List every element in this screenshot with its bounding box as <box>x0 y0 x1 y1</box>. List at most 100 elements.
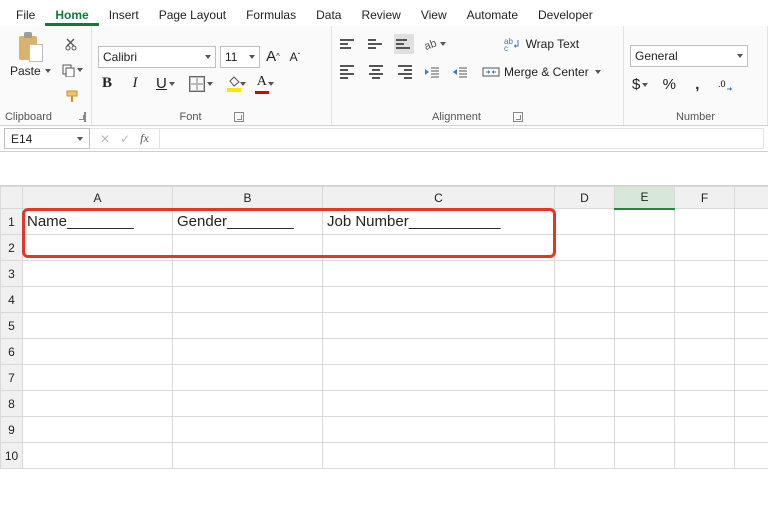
font-color-icon: A <box>257 74 267 90</box>
grow-font-button[interactable]: A^ <box>264 47 282 67</box>
align-center-button[interactable] <box>366 62 386 82</box>
group-alignment: ab abc Wrap Text Merge & Center <box>332 26 624 125</box>
align-bottom-button[interactable] <box>394 34 414 54</box>
orientation-button[interactable]: ab <box>422 34 448 54</box>
col-header-D[interactable]: D <box>555 187 615 209</box>
chevron-down-icon <box>240 82 246 86</box>
table-row: 9 <box>1 417 768 443</box>
cell-E1[interactable] <box>615 209 675 235</box>
group-font: Calibri 11 A^ Aˇ B I U A Font <box>92 26 332 125</box>
menu-page-layout[interactable]: Page Layout <box>149 4 236 26</box>
decrease-indent-button[interactable] <box>422 62 442 82</box>
chevron-down-icon <box>45 69 51 73</box>
cell-A1[interactable]: Name________ <box>23 209 173 235</box>
col-header-extra[interactable] <box>735 187 768 209</box>
enter-formula-button[interactable]: ✓ <box>120 132 130 146</box>
cut-button[interactable] <box>59 34 85 54</box>
table-row: 1Name________Gender________Job Number___… <box>1 209 768 235</box>
chevron-down-icon <box>205 55 211 59</box>
menu-formulas[interactable]: Formulas <box>236 4 306 26</box>
underline-button[interactable]: U <box>154 74 177 94</box>
chevron-down-icon <box>77 137 83 141</box>
format-painter-button[interactable] <box>59 86 85 106</box>
select-all-corner[interactable] <box>1 187 23 209</box>
align-left-button[interactable] <box>338 62 358 82</box>
fill-color-button[interactable] <box>225 74 243 94</box>
row-header-1[interactable]: 1 <box>1 209 23 235</box>
group-clipboard: Paste Clipboard <box>0 26 92 125</box>
font-name-select[interactable]: Calibri <box>98 46 216 68</box>
menu-developer[interactable]: Developer <box>528 4 603 26</box>
comma-format-button[interactable]: , <box>688 75 706 95</box>
svg-text:c: c <box>504 44 508 52</box>
menu-insert[interactable]: Insert <box>99 4 149 26</box>
col-header-E[interactable]: E <box>615 187 675 209</box>
row-header-4[interactable]: 4 <box>1 287 23 313</box>
formula-input[interactable] <box>160 128 764 149</box>
dialog-launcher-icon[interactable] <box>234 112 244 122</box>
cell-F1[interactable] <box>675 209 735 235</box>
row-header-6[interactable]: 6 <box>1 339 23 365</box>
row-header-8[interactable]: 8 <box>1 391 23 417</box>
row-header-3[interactable]: 3 <box>1 261 23 287</box>
table-row: 6 <box>1 339 768 365</box>
menu-review[interactable]: Review <box>351 4 410 26</box>
align-middle-button[interactable] <box>366 34 386 54</box>
menu-view[interactable]: View <box>411 4 457 26</box>
bold-button[interactable]: B <box>98 74 116 94</box>
spreadsheet-grid[interactable]: A B C D E F 1Name________Gender________J… <box>0 186 768 469</box>
align-top-button[interactable] <box>338 34 358 54</box>
dialog-launcher-icon[interactable] <box>84 112 86 122</box>
name-box[interactable]: E14 <box>4 128 90 149</box>
formula-bar-row: E14 ✕ ✓ fx <box>0 126 768 152</box>
row-header-10[interactable]: 10 <box>1 443 23 469</box>
borders-button[interactable] <box>187 74 215 94</box>
col-header-B[interactable]: B <box>173 187 323 209</box>
percent-format-button[interactable]: % <box>660 75 678 95</box>
number-format-select[interactable]: General <box>630 45 748 67</box>
table-row: 8 <box>1 391 768 417</box>
menu-data[interactable]: Data <box>306 4 351 26</box>
row-header-5[interactable]: 5 <box>1 313 23 339</box>
copy-button[interactable] <box>59 60 85 80</box>
accounting-format-button[interactable]: $ <box>630 75 650 95</box>
group-number: General $ % , .0 Number <box>624 26 768 125</box>
chevron-down-icon <box>268 82 274 86</box>
menu-home[interactable]: Home <box>45 4 98 26</box>
outdent-icon <box>424 65 440 79</box>
paste-icon <box>17 32 43 62</box>
italic-button[interactable]: I <box>126 74 144 94</box>
formula-controls: ✕ ✓ fx <box>90 128 160 149</box>
increase-decimal-icon: .0 <box>718 78 734 92</box>
table-row: 2 <box>1 235 768 261</box>
shrink-font-button[interactable]: Aˇ <box>286 47 304 67</box>
wrap-text-button[interactable]: abc Wrap Text <box>480 34 603 54</box>
row-header-7[interactable]: 7 <box>1 365 23 391</box>
increase-decimal-button[interactable]: .0 <box>716 75 736 95</box>
svg-text:ab: ab <box>424 38 438 51</box>
increase-indent-button[interactable] <box>450 62 470 82</box>
cell-C1[interactable]: Job Number___________ <box>323 209 555 235</box>
font-size-select[interactable]: 11 <box>220 46 260 68</box>
dialog-launcher-icon[interactable] <box>513 112 523 122</box>
cell-B1[interactable]: Gender________ <box>173 209 323 235</box>
col-header-F[interactable]: F <box>675 187 735 209</box>
font-color-button[interactable]: A <box>253 74 271 94</box>
cancel-formula-button[interactable]: ✕ <box>100 132 110 146</box>
col-header-A[interactable]: A <box>23 187 173 209</box>
merge-center-button[interactable]: Merge & Center <box>480 62 603 82</box>
ribbon-spacer <box>0 152 768 186</box>
cell-D1[interactable] <box>555 209 615 235</box>
merge-icon <box>482 65 500 79</box>
fx-icon[interactable]: fx <box>140 131 149 146</box>
align-right-button[interactable] <box>394 62 414 82</box>
paste-button[interactable]: Paste <box>6 30 55 80</box>
table-row: 4 <box>1 287 768 313</box>
svg-text:.0: .0 <box>718 79 726 89</box>
row-header-2[interactable]: 2 <box>1 235 23 261</box>
menu-file[interactable]: File <box>6 4 45 26</box>
group-number-label: Number <box>676 111 715 123</box>
menu-automate[interactable]: Automate <box>457 4 528 26</box>
col-header-C[interactable]: C <box>323 187 555 209</box>
row-header-9[interactable]: 9 <box>1 417 23 443</box>
